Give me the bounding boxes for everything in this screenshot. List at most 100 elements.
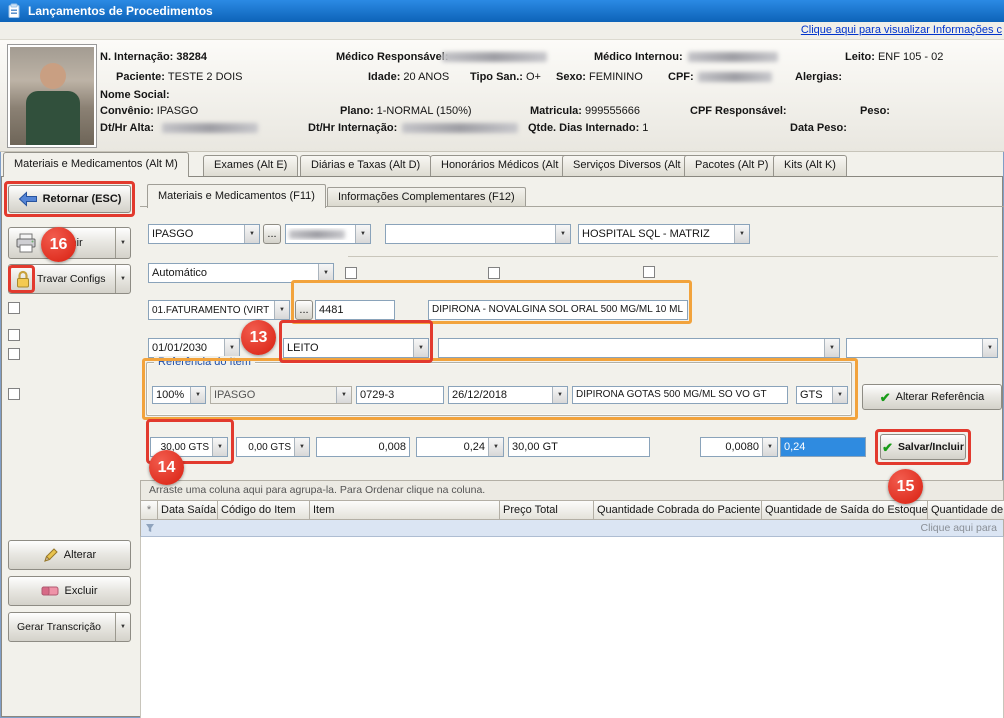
data-atualizacao-dropdown-arrow-icon[interactable]: ▼ bbox=[552, 387, 567, 403]
cod-item-browse-dots: ... bbox=[299, 304, 308, 316]
tabela-oficial-combo[interactable]: IPASGO ▼ bbox=[210, 386, 352, 404]
grid-col-data-saida[interactable]: Data Saída bbox=[158, 500, 218, 520]
tabela-oficial-dropdown-arrow-icon[interactable]: ▼ bbox=[336, 387, 351, 403]
repetir-dados-checkbox[interactable] bbox=[8, 388, 20, 400]
travar-configs-button[interactable]: Travar Configs ▼ bbox=[8, 264, 131, 294]
data-lancamento-combo[interactable]: ▼ bbox=[285, 224, 371, 244]
travar-configs-dropdown-arrow[interactable]: ▼ bbox=[115, 265, 130, 293]
qtde-estoque-combo[interactable]: 0,00 GTS ▼ bbox=[236, 437, 310, 457]
vl-unt-oficial-combo[interactable]: 0,0080 ▼ bbox=[700, 437, 778, 457]
setor-origem-dropdown-arrow-icon[interactable]: ▼ bbox=[274, 301, 289, 319]
descricao-oficial-input[interactable]: DIPIRONA GOTAS 500 MG/ML SO VO GT bbox=[572, 386, 788, 404]
convenio-combo[interactable]: IPASGO ▼ bbox=[148, 224, 260, 244]
plano-label: Plano: bbox=[340, 105, 374, 117]
tab-pacotes[interactable]: Pacotes (Alt P) bbox=[684, 155, 779, 176]
grid-col-codigo-item[interactable]: Código do Item bbox=[218, 500, 310, 520]
tipo-sanguineo-value: O+ bbox=[526, 71, 541, 83]
unidade-dropdown-arrow-icon[interactable]: ▼ bbox=[734, 225, 749, 243]
grid-col-qtde-cobrada-paciente[interactable]: Quantidade Cobrada do Paciente bbox=[594, 500, 762, 520]
exame-vinculado-dropdown-arrow-icon[interactable]: ▼ bbox=[982, 339, 997, 357]
informar-complementares-checkbox[interactable] bbox=[8, 348, 20, 360]
filter-icon bbox=[145, 523, 155, 533]
sexo-value: FEMININO bbox=[589, 71, 643, 83]
medico-receitou-combo[interactable]: ▼ bbox=[385, 224, 571, 244]
lock-icon bbox=[15, 270, 31, 289]
cobertura-combo[interactable]: 100% ▼ bbox=[152, 386, 206, 404]
matricula-label: Matricula: bbox=[530, 105, 582, 117]
convenio-header-label: Convênio: bbox=[100, 105, 154, 117]
descricao-item-input[interactable]: DIPIRONA - NOVALGINA SOL ORAL 500 MG/ML … bbox=[428, 300, 688, 320]
grupo-lancamento-dropdown-arrow-icon[interactable]: ▼ bbox=[824, 339, 839, 357]
codigo-oficial-input[interactable]: 0729-3 bbox=[356, 386, 444, 404]
dthr-alta-label: Dt/Hr Alta: bbox=[100, 122, 154, 134]
excluir-button[interactable]: Excluir bbox=[8, 576, 131, 606]
alterar-referencia-label: Alterar Referência bbox=[896, 391, 985, 403]
dar-saida-checkbox[interactable] bbox=[488, 267, 500, 279]
inner-tab-complementares-f12[interactable]: Informações Complementares (F12) bbox=[327, 187, 526, 207]
imprimir-dropdown-arrow[interactable]: ▼ bbox=[115, 228, 130, 258]
unidade-oficial-combo[interactable]: GTS ▼ bbox=[796, 386, 848, 404]
medico-receitou-dropdown-arrow-icon[interactable]: ▼ bbox=[555, 225, 570, 243]
nome-social-label: Nome Social: bbox=[100, 89, 170, 101]
local-uso-combo[interactable]: LEITO ▼ bbox=[283, 338, 429, 358]
visualizar-informacoes-link[interactable]: Clique aqui para visualizar Informações … bbox=[801, 24, 1002, 36]
alterar-button[interactable]: Alterar bbox=[8, 540, 131, 570]
retornar-button[interactable]: Retornar (ESC) bbox=[8, 185, 131, 213]
eraser-icon bbox=[41, 585, 59, 597]
vl-unt-oficial-dropdown-arrow-icon[interactable]: ▼ bbox=[762, 438, 777, 456]
grupo-lancamento-combo[interactable]: ▼ bbox=[438, 338, 840, 358]
tab-kits[interactable]: Kits (Alt K) bbox=[773, 155, 847, 176]
qtde-oficial-input[interactable]: 30,00 GT bbox=[508, 437, 650, 457]
convenio-browse-button[interactable]: ... bbox=[263, 224, 281, 244]
data-lancamento-dropdown-arrow-icon[interactable]: ▼ bbox=[355, 225, 370, 243]
qtde-estoque-dropdown-arrow-icon[interactable]: ▼ bbox=[294, 438, 309, 456]
alterar-referencia-button[interactable]: ✔ Alterar Referência bbox=[862, 384, 1002, 410]
leito-label: Leito: bbox=[845, 51, 875, 63]
vl-total-oficial-input[interactable]: 0,24 bbox=[780, 437, 866, 457]
tab-honorarios-medicos[interactable]: Honorários Médicos (Alt H) bbox=[430, 155, 584, 176]
valor-total-dropdown-arrow-icon[interactable]: ▼ bbox=[488, 438, 503, 456]
qtde-cobrada-dropdown-arrow-icon[interactable]: ▼ bbox=[212, 438, 227, 456]
local-uso-value: LEITO bbox=[284, 342, 413, 354]
exame-vinculado-combo[interactable]: ▼ bbox=[846, 338, 998, 358]
lancar-quant-dropdown-arrow-icon[interactable]: ▼ bbox=[318, 264, 333, 282]
grid-col-preco-total[interactable]: Preço Total bbox=[500, 500, 594, 520]
grid-body[interactable] bbox=[140, 537, 1004, 718]
group-divider-line bbox=[348, 256, 998, 257]
convenio-combo-value: IPASGO bbox=[149, 228, 244, 240]
informar-medico-checkbox[interactable] bbox=[8, 302, 20, 314]
cobertura-dropdown-arrow-icon[interactable]: ▼ bbox=[190, 387, 205, 403]
salvar-incluir-button[interactable]: ✔ Salvar/Incluir bbox=[880, 434, 966, 460]
gerar-transcricao-button[interactable]: Gerar Transcrição ▼ bbox=[8, 612, 131, 642]
valor-unit-input[interactable]: 0,008 bbox=[316, 437, 410, 457]
paciente-label: Paciente: bbox=[116, 71, 165, 83]
cobrar-paciente-checkbox[interactable] bbox=[345, 267, 357, 279]
leito-field: Leito: ENF 105 - 02 bbox=[845, 51, 943, 63]
convenio-dropdown-arrow-icon[interactable]: ▼ bbox=[244, 225, 259, 243]
gerar-transcricao-dropdown-arrow[interactable]: ▼ bbox=[115, 613, 130, 641]
convenio-header-field: Convênio: IPASGO bbox=[100, 105, 198, 117]
tab-materiais-medicamentos[interactable]: Materiais e Medicamentos (Alt M) bbox=[3, 152, 189, 177]
data-atualizacao-value: 26/12/2018 bbox=[449, 389, 552, 401]
valor-total-combo[interactable]: 0,24 ▼ bbox=[416, 437, 504, 457]
tab-exames[interactable]: Exames (Alt E) bbox=[203, 155, 298, 176]
data-vencto-combo[interactable]: 01/01/2030 ▼ bbox=[148, 338, 240, 358]
data-vencto-dropdown-arrow-icon[interactable]: ▼ bbox=[224, 339, 239, 357]
grid-col-qtde-clipped[interactable]: Quantidade de S bbox=[928, 500, 1004, 520]
lancar-quant-combo[interactable]: Automático ▼ bbox=[148, 263, 334, 283]
ignorar-avisos-checkbox[interactable] bbox=[8, 329, 20, 341]
link-bar: Clique aqui para visualizar Informações … bbox=[0, 22, 1004, 40]
unidade-oficial-dropdown-arrow-icon[interactable]: ▼ bbox=[832, 387, 847, 403]
tab-diarias-taxas[interactable]: Diárias e Taxas (Alt D) bbox=[300, 155, 431, 176]
lembrar-config-checkbox[interactable] bbox=[643, 266, 655, 278]
cod-item-input[interactable]: 4481 bbox=[315, 300, 395, 320]
grid-new-row[interactable]: Clique aqui para bbox=[140, 520, 1004, 537]
unidade-combo[interactable]: HOSPITAL SQL - MATRIZ ▼ bbox=[578, 224, 750, 244]
grid-group-hint[interactable]: Arraste uma coluna aqui para agrupa-la. … bbox=[140, 480, 1004, 500]
cod-item-browse-button[interactable]: ... bbox=[295, 300, 313, 320]
setor-origem-combo[interactable]: 01.FATURAMENTO (VIRT ▼ bbox=[148, 300, 290, 320]
data-atualizacao-combo[interactable]: 26/12/2018 ▼ bbox=[448, 386, 568, 404]
grid-col-item[interactable]: Item bbox=[310, 500, 500, 520]
local-uso-dropdown-arrow-icon[interactable]: ▼ bbox=[413, 339, 428, 357]
inner-tab-materiais-f11[interactable]: Materiais e Medicamentos (F11) bbox=[147, 184, 326, 208]
